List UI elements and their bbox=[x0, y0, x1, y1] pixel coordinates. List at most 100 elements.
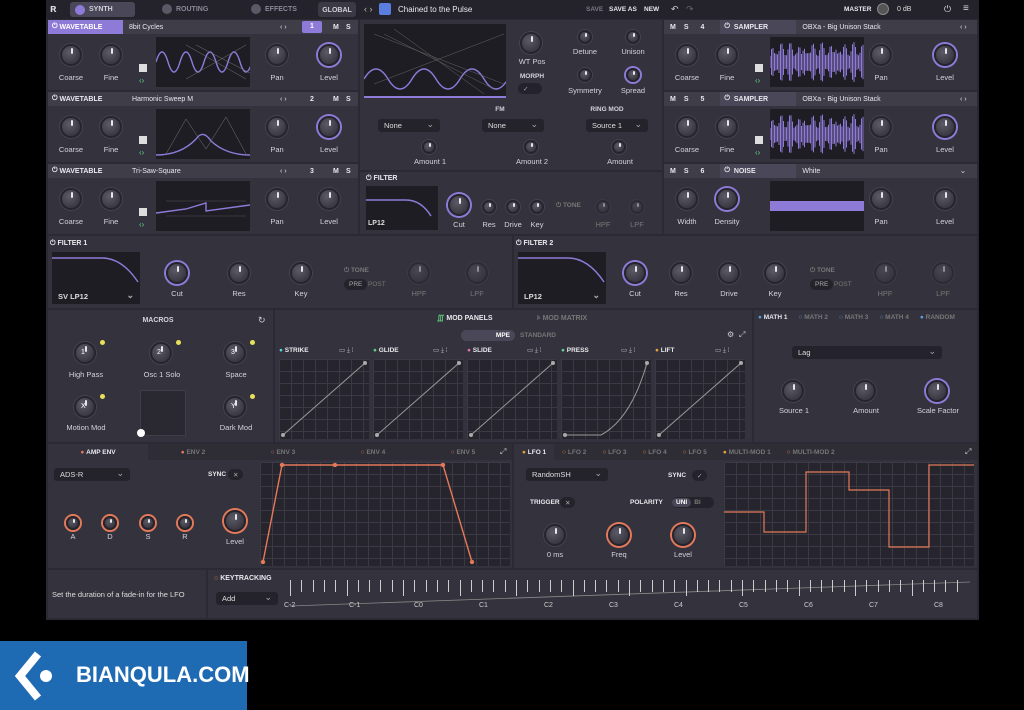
fine-knob[interactable] bbox=[716, 44, 738, 66]
lfo-sync-toggle[interactable]: ✓ bbox=[692, 470, 708, 481]
lpf-knob[interactable] bbox=[630, 200, 644, 214]
mute-button[interactable]: M bbox=[670, 96, 676, 103]
wavetable-display[interactable] bbox=[364, 24, 506, 98]
mute-button[interactable]: M bbox=[333, 96, 339, 103]
bi-option[interactable]: BI bbox=[694, 499, 701, 506]
chevron-icon[interactable]: ‹ › bbox=[960, 96, 967, 103]
tab-mod-panels[interactable]: ∭ MOD PANELS bbox=[437, 314, 493, 322]
chevron-icon[interactable]: ‹ › bbox=[280, 168, 287, 175]
menu-icon[interactable]: ≡ bbox=[963, 3, 969, 14]
math-tab[interactable]: ○ MATH 4 bbox=[879, 314, 908, 321]
mute-button[interactable]: M bbox=[670, 168, 676, 175]
power-icon[interactable]: ⏻ bbox=[52, 167, 59, 175]
coarse-knob[interactable] bbox=[676, 116, 698, 138]
power-icon[interactable]: ⏻ bbox=[724, 95, 733, 103]
hpf-knob[interactable] bbox=[874, 262, 896, 284]
filter-2-type[interactable]: LP12 bbox=[518, 290, 606, 303]
pre-button[interactable]: PRE bbox=[810, 279, 834, 290]
release-knob[interactable] bbox=[178, 516, 192, 530]
tab-global[interactable]: GLOBAL bbox=[318, 2, 356, 17]
filter-1-curve[interactable]: SV LP12 bbox=[52, 252, 140, 304]
sample-waveform[interactable] bbox=[770, 109, 864, 159]
sample-waveform[interactable] bbox=[770, 181, 864, 231]
lpf-knob[interactable] bbox=[466, 262, 488, 284]
osc-2-type[interactable]: ⏻ WAVETABLE bbox=[48, 92, 126, 106]
solo-button[interactable]: S bbox=[346, 24, 351, 31]
power-icon[interactable]: ⏻ bbox=[810, 267, 817, 274]
level-knob[interactable] bbox=[934, 188, 956, 210]
fine-knob[interactable] bbox=[100, 188, 122, 210]
macro-x-knob[interactable]: X bbox=[74, 396, 96, 418]
tab-synth[interactable]: SYNTH bbox=[70, 2, 135, 17]
xy-pad[interactable] bbox=[137, 390, 186, 437]
keyboard-icon[interactable] bbox=[139, 208, 147, 216]
preset-browser-icon[interactable] bbox=[379, 3, 391, 15]
lfo-tab[interactable]: ○ MULTI-MOD 2 bbox=[779, 444, 843, 460]
mute-button[interactable]: M bbox=[333, 168, 339, 175]
new-button[interactable]: NEW bbox=[644, 6, 659, 13]
power-icon[interactable]: ⏻ bbox=[52, 95, 59, 103]
power-icon[interactable]: ⏻ bbox=[344, 267, 351, 274]
solo-button[interactable]: S bbox=[684, 96, 689, 103]
math-mode-dropdown[interactable]: Lag bbox=[792, 346, 942, 359]
polarity-toggle[interactable]: UNI BI bbox=[672, 497, 714, 508]
cut-knob[interactable] bbox=[448, 194, 470, 216]
save-as-button[interactable]: SAVE AS bbox=[609, 6, 637, 13]
res-knob[interactable] bbox=[228, 262, 250, 284]
lane-tools-icon[interactable]: ▭ ⤓ ⁞ bbox=[715, 346, 729, 355]
env-sync-toggle[interactable]: ✕ bbox=[228, 469, 244, 480]
filter-curve[interactable]: LP12 bbox=[366, 186, 438, 230]
env-mode-dropdown[interactable]: ADS-R bbox=[54, 468, 130, 481]
pan-knob[interactable] bbox=[266, 188, 288, 210]
lane-tools-icon[interactable]: ▭ ⤓ ⁞ bbox=[621, 346, 635, 355]
math-tab[interactable]: ● MATH 1 bbox=[758, 314, 787, 321]
osc-1-waveform[interactable] bbox=[156, 37, 250, 87]
drive-knob[interactable] bbox=[718, 262, 740, 284]
pan-knob[interactable] bbox=[870, 188, 892, 210]
keytracking-ruler[interactable]: C-2 C-1 C0 C1 C2 C3 C4 C5 C6 C7 C8 bbox=[284, 578, 971, 616]
lfo-freq-knob[interactable] bbox=[608, 524, 630, 546]
osc-3-name[interactable]: Tri-Saw-Square bbox=[132, 168, 181, 175]
solo-button[interactable]: S bbox=[346, 168, 351, 175]
level-knob[interactable] bbox=[934, 44, 956, 66]
osc-name[interactable]: White bbox=[802, 168, 820, 175]
mod-lane-graph[interactable] bbox=[279, 359, 369, 439]
env-tab[interactable]: ○ ENV 3 bbox=[238, 444, 328, 460]
link-icon[interactable]: ‹› bbox=[755, 148, 760, 157]
power-icon[interactable]: ⏻ bbox=[724, 23, 733, 31]
lane-tools-icon[interactable]: ▭ ⤓ ⁞ bbox=[433, 346, 447, 355]
fine-knob[interactable] bbox=[100, 44, 122, 66]
link-icon[interactable]: ‹› bbox=[755, 76, 760, 85]
osc-name[interactable]: OBXa - Big Unison Stack bbox=[802, 24, 880, 31]
chevron-icon[interactable]: ‹ › bbox=[280, 24, 287, 31]
uni-option[interactable]: UNI bbox=[672, 498, 692, 507]
pan-knob[interactable] bbox=[870, 116, 892, 138]
keyboard-icon[interactable] bbox=[139, 64, 147, 72]
level-knob[interactable] bbox=[318, 116, 340, 138]
coarse-knob[interactable] bbox=[676, 44, 698, 66]
mute-button[interactable]: M bbox=[333, 24, 339, 31]
math-tab[interactable]: ○ MATH 2 bbox=[798, 314, 827, 321]
preset-nav-arrows[interactable]: ‹ › bbox=[364, 4, 373, 14]
res-knob[interactable] bbox=[670, 262, 692, 284]
power-icon[interactable]: ⏻ bbox=[556, 202, 563, 209]
coarse-knob[interactable] bbox=[60, 44, 82, 66]
filter-1-type[interactable]: SV LP12 bbox=[52, 290, 140, 303]
solo-button[interactable]: S bbox=[346, 96, 351, 103]
expand-icon[interactable]: ⤢ bbox=[500, 447, 506, 457]
key-knob[interactable] bbox=[530, 200, 544, 214]
env-graph[interactable] bbox=[260, 462, 510, 566]
lfo-tab[interactable]: ○ LFO 5 bbox=[675, 444, 715, 460]
lfo-tab[interactable]: ● LFO 1 bbox=[514, 444, 555, 460]
keyboard-icon[interactable] bbox=[139, 136, 147, 144]
hpf-knob[interactable] bbox=[596, 200, 610, 214]
lfo-graph[interactable] bbox=[724, 462, 974, 566]
detune-knob[interactable] bbox=[578, 30, 592, 44]
undo-icon[interactable]: ↶ bbox=[671, 4, 679, 15]
expand-icon[interactable]: ⤢ bbox=[965, 447, 971, 457]
mpe-button[interactable]: MPE bbox=[461, 330, 515, 341]
fine-knob[interactable] bbox=[100, 116, 122, 138]
osc-2-waveform[interactable] bbox=[156, 109, 250, 159]
fm2-dropdown[interactable]: None bbox=[482, 119, 544, 132]
lfo-fade-knob[interactable] bbox=[544, 524, 566, 546]
